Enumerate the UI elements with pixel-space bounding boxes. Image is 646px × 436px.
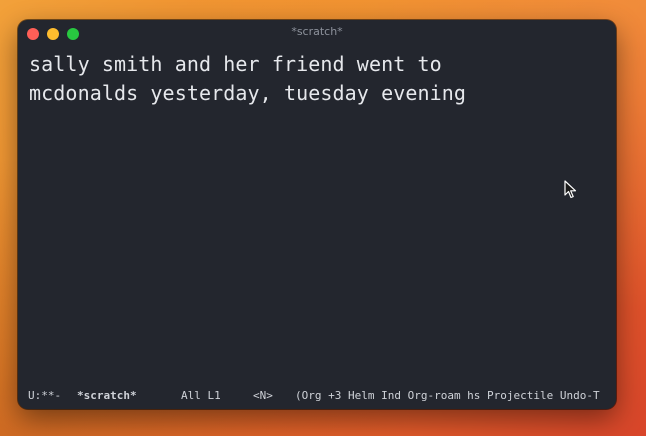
mode-line: U:**- *scratch* All L1 <N> (Org +3 Helm …: [18, 382, 616, 409]
modeline-evil-state: <N>: [253, 389, 273, 402]
buffer-line-2[interactable]: mcdonalds yesterday, tuesday evening: [29, 79, 466, 108]
modeline-position: All L1: [181, 389, 221, 402]
title-bar[interactable]: *scratch*: [18, 20, 616, 46]
mouse-pointer-icon: [564, 180, 577, 199]
modeline-status: U:**-: [28, 389, 62, 402]
buffer-text[interactable]: sally smith and her friend went to mcdona…: [29, 50, 466, 108]
buffer-line-1[interactable]: sally smith and her friend went to: [29, 50, 466, 79]
modeline-buffer-name[interactable]: *scratch*: [77, 389, 137, 402]
editor-buffer[interactable]: sally smith and her friend went to mcdona…: [18, 46, 616, 382]
emacs-window: *scratch* sally smith and her friend wen…: [18, 20, 616, 409]
window-title: *scratch*: [291, 25, 343, 38]
modeline-minor-modes[interactable]: (Org +3 Helm Ind Org-roam hs Projectile …: [295, 389, 600, 402]
